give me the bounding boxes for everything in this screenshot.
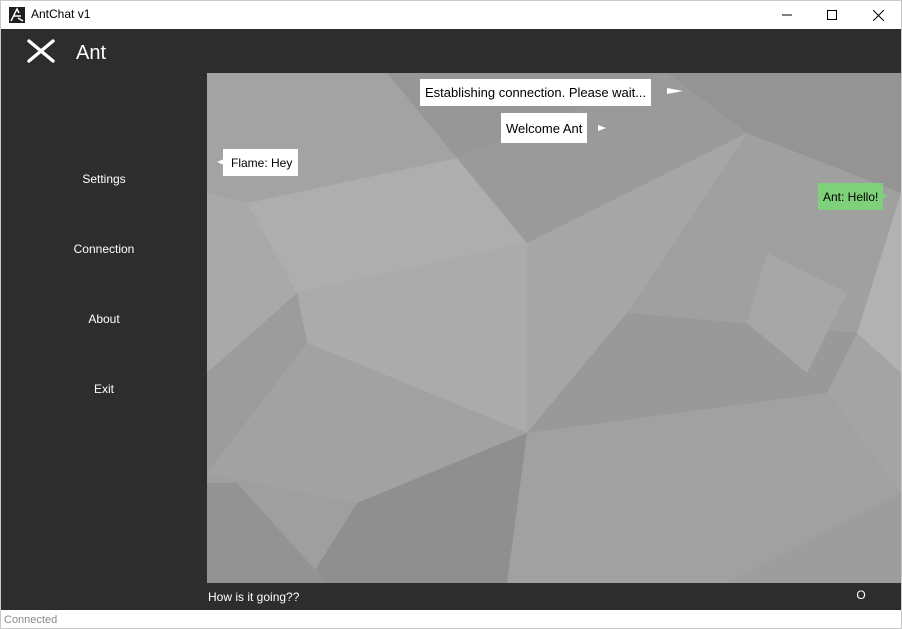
minimize-button[interactable] bbox=[764, 1, 810, 29]
window-title: AntChat v1 bbox=[31, 7, 91, 21]
sidebar-item-settings[interactable]: Settings bbox=[1, 172, 207, 186]
app-header: Ant bbox=[1, 29, 901, 73]
close-window-button[interactable] bbox=[855, 1, 901, 29]
close-menu-icon[interactable] bbox=[26, 38, 56, 64]
status-bar: Connected bbox=[1, 610, 901, 628]
message-input[interactable] bbox=[207, 583, 827, 610]
close-icon bbox=[872, 9, 884, 21]
sidebar: Settings Connection About Exit bbox=[1, 73, 207, 610]
send-button[interactable]: O bbox=[851, 588, 871, 605]
chat-message-outgoing: Ant: Hello! bbox=[818, 183, 884, 210]
polygon-background bbox=[207, 73, 901, 583]
bubble-tail bbox=[598, 125, 606, 131]
app-logo-icon bbox=[9, 7, 25, 23]
connection-status: Connected bbox=[4, 614, 58, 626]
sidebar-item-connection[interactable]: Connection bbox=[1, 242, 207, 256]
maximize-button[interactable] bbox=[809, 1, 855, 29]
bubble-tail bbox=[667, 88, 683, 94]
title-bar[interactable]: AntChat v1 bbox=[1, 1, 901, 29]
app-window: AntChat v1 Ant Settings Connection About… bbox=[0, 0, 902, 629]
chat-message-incoming: Flame: Hey bbox=[223, 149, 299, 176]
chat-message-system: Establishing connection. Please wait... bbox=[420, 79, 652, 106]
maximize-icon bbox=[827, 10, 837, 20]
chat-area[interactable]: Establishing connection. Please wait... … bbox=[207, 73, 901, 583]
bubble-tail bbox=[882, 193, 888, 199]
minimize-icon bbox=[782, 14, 792, 16]
chat-message-welcome: Welcome Ant bbox=[501, 113, 588, 143]
sidebar-item-about[interactable]: About bbox=[1, 312, 207, 326]
sidebar-item-exit[interactable]: Exit bbox=[1, 382, 207, 396]
header-title: Ant bbox=[76, 42, 107, 64]
composer-bar: O bbox=[207, 583, 901, 610]
